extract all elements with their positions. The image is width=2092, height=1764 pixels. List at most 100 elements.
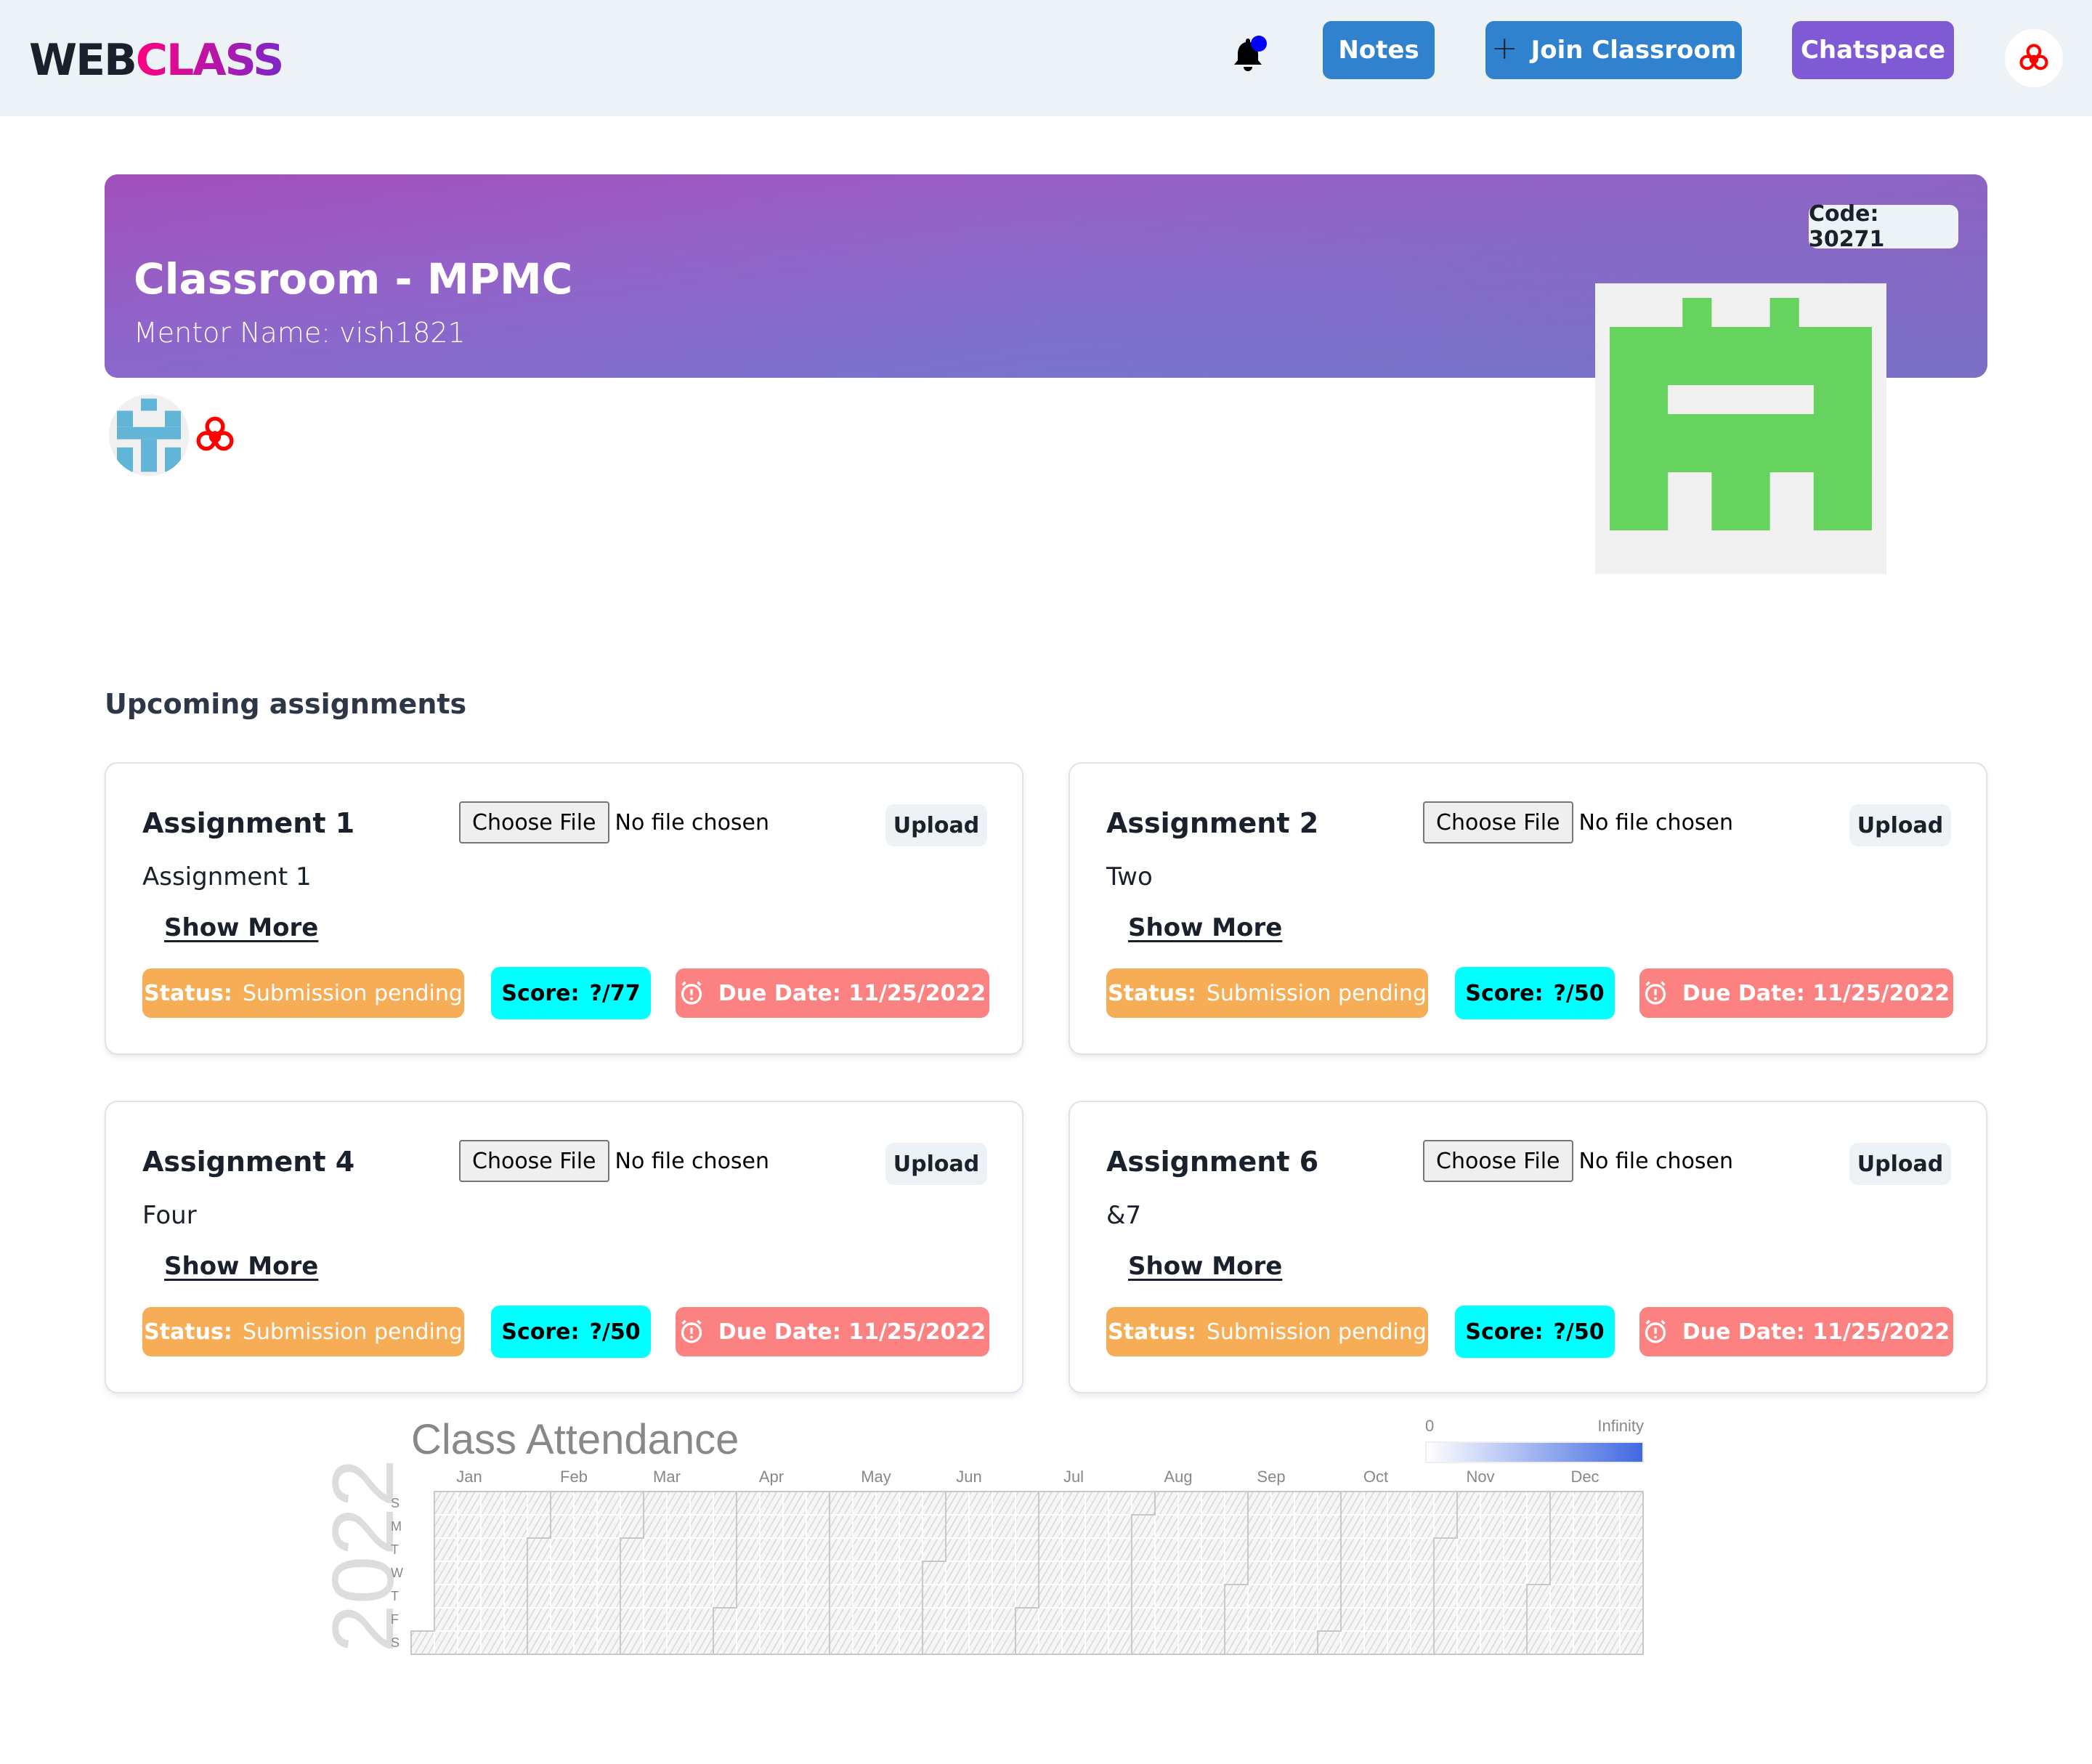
file-input[interactable]: Choose File No file chosen [459,1140,769,1182]
calendar-day-cell[interactable] [434,1514,458,1539]
calendar-day-cell[interactable] [875,1537,900,1562]
calendar-day-cell[interactable] [1340,1607,1365,1632]
calendar-day-cell[interactable] [527,1630,551,1655]
member-avatar-biohazard[interactable] [193,413,237,457]
calendar-day-cell[interactable] [1573,1514,1597,1539]
calendar-day-cell[interactable] [1317,1630,1342,1655]
calendar-day-cell[interactable] [1108,1514,1132,1539]
calendar-day-cell[interactable] [1596,1514,1621,1539]
calendar-day-cell[interactable] [782,1491,807,1516]
calendar-day-cell[interactable] [1387,1584,1411,1609]
calendar-day-cell[interactable] [1363,1561,1388,1585]
calendar-day-cell[interactable] [1410,1537,1435,1562]
calendar-day-cell[interactable] [1131,1537,1156,1562]
calendar-day-cell[interactable] [596,1537,621,1562]
calendar-day-cell[interactable] [1317,1491,1342,1516]
calendar-day-cell[interactable] [1247,1561,1272,1585]
calendar-day-cell[interactable] [899,1607,923,1632]
calendar-day-cell[interactable] [829,1584,854,1609]
calendar-day-cell[interactable] [875,1630,900,1655]
calendar-day-cell[interactable] [666,1584,691,1609]
calendar-day-cell[interactable] [1108,1491,1132,1516]
calendar-day-cell[interactable] [1108,1630,1132,1655]
calendar-day-cell[interactable] [1503,1561,1528,1585]
calendar-day-cell[interactable] [1201,1607,1225,1632]
calendar-day-cell[interactable] [596,1514,621,1539]
calendar-day-cell[interactable] [503,1584,528,1609]
calendar-day-cell[interactable] [875,1561,900,1585]
calendar-day-cell[interactable] [1456,1514,1481,1539]
calendar-day-cell[interactable] [1387,1491,1411,1516]
calendar-day-cell[interactable] [1154,1491,1179,1516]
calendar-day-cell[interactable] [875,1584,900,1609]
calendar-day-cell[interactable] [1061,1607,1086,1632]
calendar-day-cell[interactable] [527,1607,551,1632]
calendar-day-cell[interactable] [1526,1584,1551,1609]
calendar-day-cell[interactable] [503,1630,528,1655]
calendar-day-cell[interactable] [992,1584,1016,1609]
calendar-day-cell[interactable] [1201,1514,1225,1539]
member-avatar-identicon[interactable] [109,395,189,476]
calendar-day-cell[interactable] [410,1630,435,1655]
calendar-day-cell[interactable] [1410,1561,1435,1585]
calendar-day-cell[interactable] [1526,1514,1551,1539]
calendar-day-cell[interactable] [782,1607,807,1632]
calendar-day-cell[interactable] [1340,1584,1365,1609]
calendar-day-cell[interactable] [620,1607,644,1632]
calendar-day-cell[interactable] [1224,1491,1249,1516]
calendar-day-cell[interactable] [1201,1537,1225,1562]
calendar-day-cell[interactable] [620,1561,644,1585]
calendar-day-cell[interactable] [1549,1491,1574,1516]
calendar-day-cell[interactable] [1294,1561,1318,1585]
calendar-day-cell[interactable] [1317,1514,1342,1539]
notes-button[interactable]: Notes [1323,21,1435,79]
calendar-day-cell[interactable] [1480,1584,1504,1609]
calendar-day-cell[interactable] [736,1584,761,1609]
calendar-day-cell[interactable] [1224,1537,1249,1562]
calendar-day-cell[interactable] [1038,1514,1063,1539]
calendar-day-cell[interactable] [503,1561,528,1585]
calendar-day-cell[interactable] [899,1584,923,1609]
calendar-day-cell[interactable] [550,1607,575,1632]
calendar-day-cell[interactable] [1061,1514,1086,1539]
calendar-day-cell[interactable] [899,1537,923,1562]
calendar-day-cell[interactable] [643,1491,668,1516]
calendar-day-cell[interactable] [1038,1630,1063,1655]
calendar-day-cell[interactable] [945,1630,970,1655]
calendar-day-cell[interactable] [457,1537,482,1562]
calendar-day-cell[interactable] [1154,1584,1179,1609]
calendar-day-cell[interactable] [527,1584,551,1609]
calendar-day-cell[interactable] [1015,1491,1039,1516]
calendar-day-cell[interactable] [852,1607,877,1632]
calendar-day-cell[interactable] [573,1561,598,1585]
calendar-day-cell[interactable] [503,1491,528,1516]
calendar-day-cell[interactable] [1247,1537,1272,1562]
calendar-day-cell[interactable] [457,1561,482,1585]
calendar-day-cell[interactable] [899,1514,923,1539]
calendar-day-cell[interactable] [922,1514,946,1539]
calendar-day-cell[interactable] [922,1630,946,1655]
calendar-day-cell[interactable] [782,1630,807,1655]
choose-file-button[interactable]: Choose File [1423,1140,1573,1182]
calendar-day-cell[interactable] [806,1607,830,1632]
calendar-day-cell[interactable] [689,1630,714,1655]
calendar-day-cell[interactable] [480,1607,505,1632]
calendar-day-cell[interactable] [434,1630,458,1655]
calendar-day-cell[interactable] [457,1514,482,1539]
calendar-day-cell[interactable] [1619,1514,1644,1539]
calendar-day-cell[interactable] [759,1491,784,1516]
calendar-day-cell[interactable] [1410,1584,1435,1609]
calendar-day-cell[interactable] [1480,1561,1504,1585]
calendar-day-cell[interactable] [1480,1514,1504,1539]
calendar-day-cell[interactable] [550,1491,575,1516]
calendar-day-cell[interactable] [480,1537,505,1562]
upload-button[interactable]: Upload [1849,804,1951,846]
calendar-day-cell[interactable] [434,1607,458,1632]
calendar-day-cell[interactable] [1549,1514,1574,1539]
calendar-day-cell[interactable] [1480,1491,1504,1516]
calendar-day-cell[interactable] [1456,1491,1481,1516]
calendar-day-cell[interactable] [1177,1491,1202,1516]
calendar-day-cell[interactable] [829,1491,854,1516]
calendar-day-cell[interactable] [992,1607,1016,1632]
calendar-day-cell[interactable] [992,1561,1016,1585]
